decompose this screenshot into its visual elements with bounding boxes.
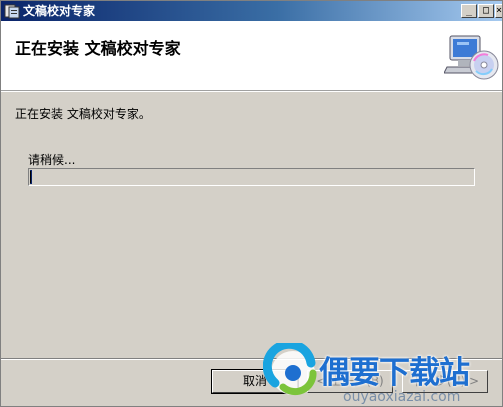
- installer-window: 文稿校对专家 _ □ × 正在安装 文稿校对专家 正在安装 文稿校对专家。 请稍…: [0, 0, 503, 407]
- wait-label: 请稍候...: [28, 153, 76, 167]
- close-button[interactable]: ×: [495, 4, 502, 18]
- window-title: 文稿校对专家: [23, 4, 96, 18]
- progress-caret: [30, 171, 31, 183]
- status-text: 正在安装 文稿校对专家。: [15, 107, 151, 121]
- header-panel: 正在安装 文稿校对专家: [1, 21, 502, 91]
- page-title: 正在安装 文稿校对专家: [15, 39, 181, 58]
- computer-cd-icon: [444, 35, 499, 80]
- watermark: 偶要下载站 ouyaoxiazai.com: [263, 339, 503, 407]
- ouyao-logo-icon: [263, 343, 317, 396]
- title-bar[interactable]: 文稿校对专家 _ □ ×: [1, 1, 502, 21]
- watermark-brand: 偶要下载站: [319, 355, 470, 391]
- maximize-button[interactable]: □: [478, 4, 494, 18]
- watermark-url: ouyaoxiazai.com: [343, 389, 461, 405]
- header-divider: [1, 91, 502, 92]
- progress-bar: [28, 168, 475, 186]
- minimize-button[interactable]: _: [461, 4, 477, 18]
- installer-icon: [4, 4, 20, 19]
